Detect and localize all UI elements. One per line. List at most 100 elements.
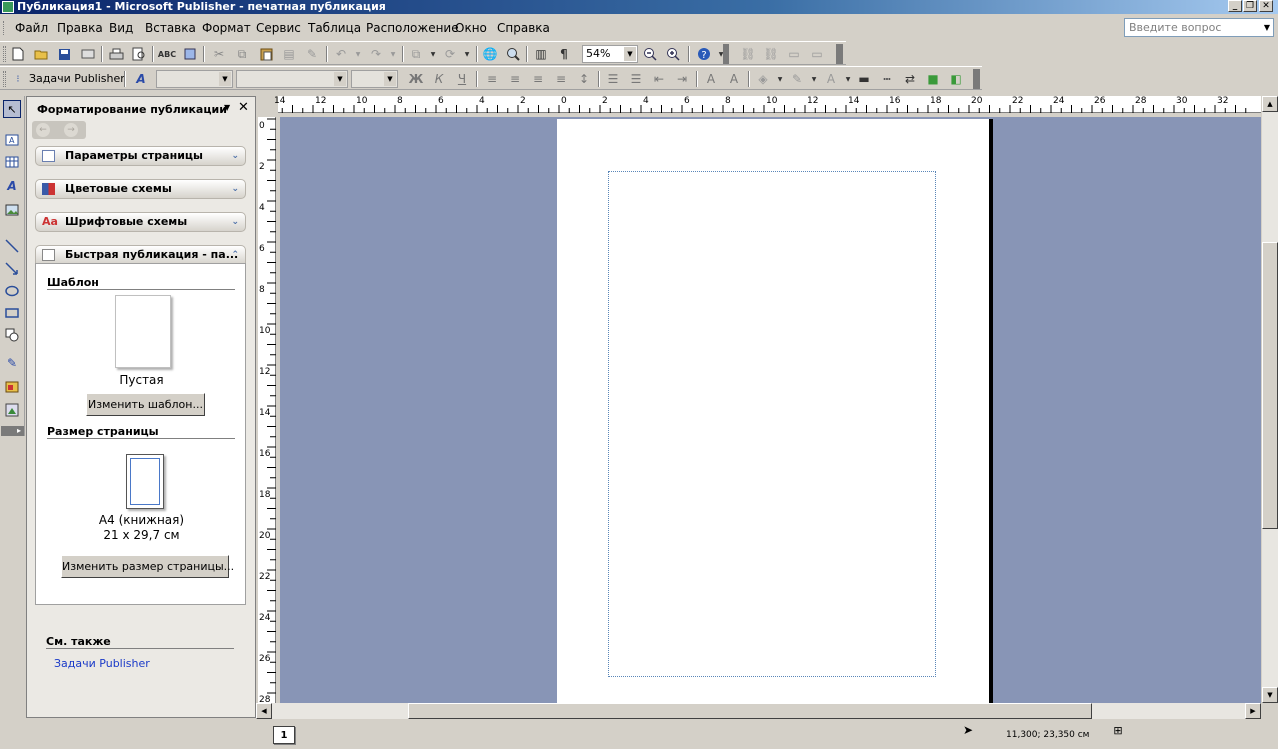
undo-icon[interactable]: ↶ [333, 46, 349, 62]
spelling-icon[interactable]: ABC [158, 46, 176, 62]
print-icon[interactable] [108, 46, 124, 62]
menu-view[interactable]: Вид [109, 20, 133, 36]
justify-icon[interactable]: ≡ [553, 71, 569, 87]
3d-style-icon[interactable]: ◧ [948, 71, 964, 87]
paste-icon[interactable] [258, 46, 274, 62]
font-color-dropdown-icon[interactable]: ▼ [840, 71, 856, 87]
bold-icon[interactable]: Ж [408, 71, 424, 87]
publisher-app-icon[interactable] [2, 1, 14, 13]
tasks-icon[interactable]: ⁝ [10, 71, 26, 87]
columns-icon[interactable]: ▥ [533, 46, 549, 62]
hyperlink-icon[interactable]: 🌐 [482, 46, 498, 62]
paragraph-marks-icon[interactable]: ¶ [556, 46, 572, 62]
ask-question-input[interactable]: Введите вопрос ▼ [1124, 18, 1274, 37]
bring-forward-dropdown-icon[interactable]: ▼ [425, 46, 441, 62]
zoom-page-icon[interactable] [505, 46, 521, 62]
redo-dropdown-icon[interactable]: ▼ [385, 46, 401, 62]
align-right-icon[interactable]: ≡ [530, 71, 546, 87]
help-icon[interactable]: ? [696, 46, 712, 62]
vertical-scrollbar[interactable]: ▲ ▼ [1262, 96, 1278, 703]
line-style-icon[interactable]: ▬ [856, 71, 872, 87]
align-left-icon[interactable]: ≡ [484, 71, 500, 87]
picture-icon[interactable] [4, 202, 20, 218]
dash-style-icon[interactable]: ┅ [879, 71, 895, 87]
scroll-down-icon[interactable]: ▼ [1262, 687, 1278, 703]
redo-icon[interactable]: ↷ [368, 46, 384, 62]
toolbar-options-icon[interactable] [723, 44, 729, 64]
section-page-options[interactable]: Параметры страницы ⌄ [35, 146, 246, 166]
section-quick-publication[interactable]: Быстрая публикация - па... ⌃ [35, 245, 246, 265]
bullets-icon[interactable]: ☰ [628, 71, 644, 87]
restore-button[interactable]: ❐ [1243, 0, 1257, 12]
tasks-publisher-link[interactable]: Задачи Publisher [54, 657, 150, 670]
zoom-out-icon[interactable] [642, 46, 658, 62]
chevron-down-icon[interactable]: ▼ [334, 72, 346, 86]
arrow-style-icon[interactable]: ⇄ [902, 71, 918, 87]
undo-dropdown-icon[interactable]: ▼ [350, 46, 366, 62]
chevron-down-icon[interactable]: ▼ [1264, 19, 1270, 36]
wordart-icon[interactable]: A [4, 178, 20, 194]
back-icon[interactable]: ← [36, 123, 50, 137]
underline-icon[interactable]: Ч [454, 71, 470, 87]
menu-insert[interactable]: Вставка [145, 20, 196, 36]
clip-organizer-icon[interactable] [4, 402, 20, 418]
horizontal-scroll-thumb[interactable] [408, 703, 1092, 719]
zoom-combo[interactable]: 54% ▼ [582, 45, 638, 63]
oval-tool-icon[interactable] [4, 283, 20, 299]
minimize-button[interactable]: _ [1228, 0, 1242, 12]
shadow-style-icon[interactable]: ■ [925, 71, 941, 87]
design-gallery-icon[interactable] [4, 379, 20, 395]
line-tool-icon[interactable] [4, 238, 20, 254]
styles-icon[interactable]: A [133, 71, 149, 87]
line-color-dropdown-icon[interactable]: ▼ [806, 71, 822, 87]
font-combo[interactable]: ▼ [236, 70, 348, 88]
forward-icon[interactable]: → [64, 123, 78, 137]
close-button[interactable]: ✕ [1259, 0, 1273, 12]
fill-color-dropdown-icon[interactable]: ▼ [772, 71, 788, 87]
paste-special-icon[interactable]: ▤ [281, 46, 297, 62]
scroll-left-icon[interactable]: ◀ [256, 703, 272, 719]
new-document-icon[interactable] [10, 46, 26, 62]
italic-icon[interactable]: К [431, 71, 447, 87]
workspace-canvas[interactable] [280, 117, 1261, 703]
increase-font-icon[interactable]: A [726, 71, 742, 87]
increase-indent-icon[interactable]: ⇥ [674, 71, 690, 87]
rotate-dropdown-icon[interactable]: ▼ [459, 46, 475, 62]
arrow-tool-icon[interactable] [4, 261, 20, 277]
mail-icon[interactable] [80, 46, 96, 62]
print-preview-icon[interactable] [131, 46, 147, 62]
open-folder-icon[interactable] [33, 46, 49, 62]
menu-edit[interactable]: Правка [57, 20, 103, 36]
rectangle-tool-icon[interactable] [4, 305, 20, 321]
tasks-publisher-button[interactable]: Задачи Publisher [29, 72, 125, 85]
copy-icon[interactable]: ⧉ [234, 46, 250, 62]
line-spacing-icon[interactable]: ↕ [576, 71, 592, 87]
bring-forward-icon[interactable]: ⧉ [408, 46, 424, 62]
menu-tools[interactable]: Сервис [256, 20, 301, 36]
chevron-down-icon[interactable]: ▼ [219, 72, 231, 86]
font-color-icon[interactable]: A [823, 71, 839, 87]
page-navigator-button[interactable]: 1 [273, 726, 295, 744]
save-icon[interactable] [56, 46, 72, 62]
unlink-textboxes-icon[interactable]: ⛓ [763, 46, 779, 62]
fill-color-icon[interactable]: ◈ [755, 71, 771, 87]
change-template-button[interactable]: Изменить шаблон... [86, 393, 205, 416]
previous-textbox-icon[interactable]: ▭ [786, 46, 802, 62]
rotate-icon[interactable]: ⟳ [442, 46, 458, 62]
page-size-thumbnail[interactable] [126, 454, 164, 509]
chevron-down-icon[interactable]: ▼ [384, 72, 396, 86]
font-size-combo[interactable]: ▼ [351, 70, 398, 88]
decrease-font-icon[interactable]: A [703, 71, 719, 87]
horizontal-scrollbar[interactable]: ◀ ▶ [256, 703, 1261, 719]
table-icon[interactable] [4, 154, 20, 170]
toolbar-options-icon[interactable] [973, 69, 980, 89]
scroll-right-icon[interactable]: ▶ [1245, 703, 1261, 719]
toolbar-options-icon[interactable] [836, 44, 843, 64]
menu-format[interactable]: Формат [202, 20, 251, 36]
task-pane-menu-icon[interactable]: ▼ [224, 103, 230, 112]
template-thumbnail[interactable] [115, 295, 171, 368]
align-center-icon[interactable]: ≡ [507, 71, 523, 87]
menu-file[interactable]: Файл [15, 20, 48, 36]
hot-spot-icon[interactable]: ✎ [4, 355, 20, 371]
style-combo[interactable]: ▼ [156, 70, 233, 88]
